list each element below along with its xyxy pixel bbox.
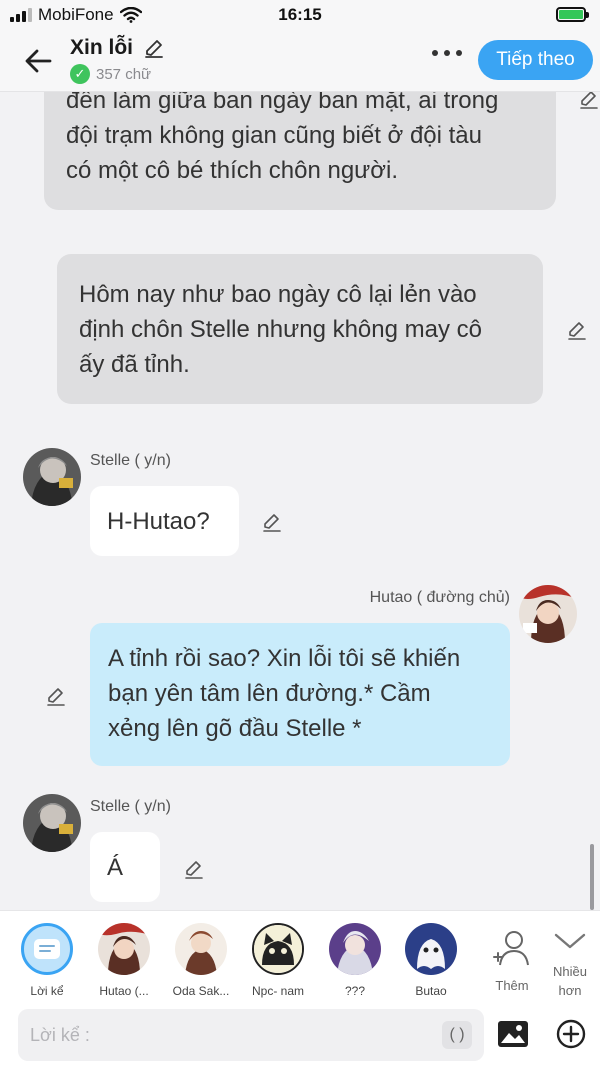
battery-icon	[556, 7, 589, 22]
message-input[interactable]	[18, 1009, 438, 1061]
more-label-line2: hơn	[558, 983, 582, 998]
narration-bubble[interactable]: Hôm nay như bao ngày cô lại lẻn vào định…	[57, 254, 543, 404]
back-arrow-icon[interactable]	[22, 44, 56, 78]
speaker-name: Hutao ( đường chủ)	[369, 589, 510, 606]
edit-message-icon[interactable]	[45, 685, 67, 707]
narration-bubble[interactable]: đến làm giữa ban ngày ban mặt, ai trong …	[44, 92, 556, 210]
scrollbar[interactable]	[590, 844, 594, 910]
clock: 16:15	[278, 5, 322, 24]
edit-message-icon[interactable]	[183, 858, 205, 880]
character-hutao[interactable]: Hutao (...	[89, 923, 159, 998]
own-dialogue-bubble[interactable]: A tỉnh rồi sao? Xin lỗi tôi sẽ khiến bạn…	[90, 623, 510, 766]
message-line: đến làm giữa ban ngày ban mặt, ai trong	[66, 92, 499, 114]
more-options-icon[interactable]	[432, 50, 462, 56]
message-line: đội trạm không gian cũng biết ở đội tàu	[66, 122, 483, 149]
dialogue-bubble[interactable]: Á	[90, 832, 160, 902]
message-input-box: ( )	[18, 1009, 484, 1061]
character-label: Lời kể	[30, 984, 64, 998]
word-count: 357 chữ	[96, 65, 152, 83]
edit-message-icon[interactable]	[578, 92, 600, 110]
avatar-unknown	[329, 923, 381, 975]
character-label: Hutao (...	[99, 984, 149, 998]
avatar-hutao[interactable]	[519, 585, 577, 643]
character-butao[interactable]: Butao	[396, 923, 466, 998]
character-label: Butao	[415, 984, 447, 998]
message-line: định chôn Stelle nhưng không may cô	[79, 316, 482, 343]
message-line: có một cô bé thích chôn người.	[66, 157, 398, 184]
avatar-hutao	[98, 923, 150, 975]
character-label: Oda Sak...	[172, 984, 230, 998]
avatar-butao	[405, 923, 457, 975]
speaker-name: Stelle ( y/n)	[90, 798, 171, 815]
more-characters-button[interactable]: Nhiều hơn	[550, 927, 590, 1000]
message-line: xẻng lên gõ đầu Stelle *	[108, 715, 362, 742]
add-icon[interactable]	[556, 1019, 586, 1049]
character-label: Npc- nam	[251, 984, 304, 998]
add-character-button[interactable]: Thêm	[490, 927, 534, 995]
avatar-stelle[interactable]	[23, 448, 81, 506]
input-bar: ( )	[0, 1000, 600, 1067]
edit-title-icon[interactable]	[143, 37, 165, 59]
chevron-down-icon	[554, 933, 586, 949]
message-line: ấy đã tỉnh.	[79, 351, 190, 378]
title-block: Xin lỗi ✓ 357 chữ	[70, 36, 165, 84]
character-narration[interactable]: Lời kể	[12, 923, 82, 998]
more-label-line1: Nhiều	[553, 964, 587, 979]
avatar-stelle[interactable]	[23, 794, 81, 852]
check-icon: ✓	[70, 64, 90, 84]
character-bar: Lời kể Hutao (... Oda Sak... Npc- nam ??…	[0, 910, 600, 1000]
add-character-label: Thêm	[495, 978, 529, 993]
dialogue-bubble[interactable]: H-Hutao?	[90, 486, 239, 556]
character-npc[interactable]: Npc- nam	[243, 923, 313, 998]
avatar-npc-cat	[252, 923, 304, 975]
edit-message-icon[interactable]	[566, 319, 588, 341]
message-line: bạn yên tâm lên đường.* Cầm	[108, 680, 431, 707]
speaker-name: Stelle ( y/n)	[90, 452, 171, 469]
message-line: Hôm nay như bao ngày cô lại lẻn vào	[79, 281, 477, 308]
image-icon[interactable]	[497, 1020, 529, 1048]
character-unknown[interactable]: ???	[320, 923, 390, 998]
character-oda[interactable]: Oda Sak...	[166, 923, 236, 998]
story-header: Xin lỗi ✓ 357 chữ Tiếp theo	[0, 30, 600, 92]
narration-icon	[21, 923, 73, 975]
avatar-oda	[175, 923, 227, 975]
message-line: A tỉnh rồi sao? Xin lỗi tôi sẽ khiến	[108, 645, 461, 672]
add-person-icon	[493, 931, 529, 966]
story-title[interactable]: Xin lỗi	[70, 36, 133, 60]
message-line: H-Hutao?	[107, 507, 210, 535]
character-label: ???	[344, 984, 366, 998]
chat-area: đến làm giữa ban ngày ban mặt, ai trong …	[0, 92, 600, 910]
status-bar: MobiFone 16:15	[0, 0, 600, 30]
edit-message-icon[interactable]	[261, 511, 283, 533]
message-line: Á	[107, 853, 124, 881]
parentheses-button[interactable]: ( )	[442, 1021, 472, 1049]
next-button[interactable]: Tiếp theo	[478, 40, 593, 80]
